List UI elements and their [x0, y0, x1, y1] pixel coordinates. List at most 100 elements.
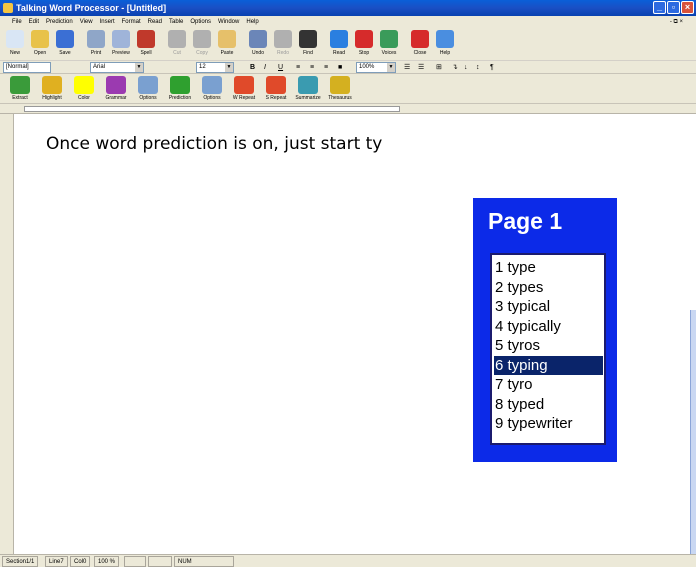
paragraph-icon[interactable]: ¶ — [490, 62, 494, 73]
menu-window[interactable]: Window — [218, 16, 239, 28]
chevron-down-icon[interactable]: ▼ — [135, 63, 143, 72]
ruler[interactable] — [0, 104, 696, 114]
prediction-item[interactable]: 4 typically — [494, 317, 603, 337]
maximize-button[interactable]: ▫ — [667, 1, 680, 14]
stop-button[interactable]: Stop — [352, 28, 376, 61]
extract-icon — [10, 76, 30, 94]
find-button[interactable]: Find — [296, 28, 320, 61]
toolbar-label: Summarize — [295, 95, 321, 101]
toolbar-label: Extract — [12, 95, 28, 101]
menu-read[interactable]: Read — [148, 16, 162, 28]
new-document-icon — [6, 30, 24, 48]
close-window-button[interactable]: × — [681, 1, 694, 14]
menu-format[interactable]: Format — [122, 16, 141, 28]
grammar-button[interactable]: Grammar — [101, 74, 131, 104]
menu-options[interactable]: Options — [190, 16, 211, 28]
copy-button[interactable]: Copy — [190, 28, 214, 61]
prediction-item[interactable]: 6 typing — [494, 355, 603, 375]
menu-file[interactable]: File — [12, 16, 22, 28]
preview-button[interactable]: Preview — [109, 28, 133, 61]
document-text[interactable]: Once word prediction is on, just start t… — [46, 134, 382, 154]
options-button[interactable]: Options — [197, 74, 227, 104]
toolbar-label: Undo — [252, 50, 264, 56]
save-button[interactable]: Save — [53, 28, 77, 61]
vertical-scrollbar[interactable] — [690, 310, 696, 554]
outdent-icon[interactable]: ↓ — [464, 62, 468, 73]
options-button[interactable]: Options — [133, 74, 163, 104]
print-button[interactable]: Print — [84, 28, 108, 61]
align-right-icon[interactable]: ≡ — [324, 62, 328, 73]
menu-view[interactable]: View — [80, 16, 93, 28]
chevron-down-icon[interactable]: ▼ — [225, 63, 233, 72]
menu-insert[interactable]: Insert — [100, 16, 115, 28]
toolbar-label: Color — [78, 95, 90, 101]
help-button[interactable]: Help — [433, 28, 457, 61]
menu-edit[interactable]: Edit — [29, 16, 39, 28]
undo-button[interactable]: Undo — [246, 28, 270, 61]
prediction-item[interactable]: 3 typical — [494, 297, 603, 317]
tools-toolbar: Extract Highlight Color Grammar Options Predi… — [0, 74, 696, 104]
chevron-down-icon[interactable]: ▼ — [387, 63, 395, 72]
prediction-item[interactable]: 2 types — [494, 278, 603, 298]
w-repeat-button[interactable]: W Repeat — [229, 74, 259, 104]
grammar-icon — [106, 76, 126, 94]
cut-button[interactable]: Cut — [165, 28, 189, 61]
status-col: Col0 — [70, 556, 91, 567]
toolbar-label: Thesaurus — [328, 95, 352, 101]
prediction-item[interactable]: 1 type — [494, 258, 603, 278]
justify-icon[interactable]: ■ — [338, 62, 342, 73]
zoom-select[interactable]: 100% ▼ — [356, 62, 396, 73]
open-button[interactable]: Open — [28, 28, 52, 61]
thesaurus-button[interactable]: Thesaurus — [325, 74, 355, 104]
font-size-select[interactable]: 12 ▼ — [196, 62, 234, 73]
open-folder-icon — [31, 30, 49, 48]
style-select[interactable]: [Normal] — [3, 62, 51, 73]
menu-table[interactable]: Table — [169, 16, 183, 28]
italic-button[interactable]: I — [264, 62, 266, 73]
bullet-list-icon[interactable]: ☰ — [418, 62, 424, 73]
menu-prediction[interactable]: Prediction — [46, 16, 73, 28]
align-left-icon[interactable]: ≡ — [296, 62, 300, 73]
redo-button[interactable]: Redo — [271, 28, 295, 61]
vertical-ruler — [0, 114, 14, 554]
prediction-item[interactable]: 5 tyros — [494, 336, 603, 356]
toolbar-label: Voices — [381, 50, 397, 56]
prediction-button[interactable]: Prediction — [165, 74, 195, 104]
font-select[interactable]: Arial ▼ — [90, 62, 144, 73]
summarize-button[interactable]: Summarize — [293, 74, 323, 104]
line-spacing-icon[interactable]: ↕ — [476, 62, 480, 73]
close-button[interactable]: Close — [408, 28, 432, 61]
menu-help[interactable]: Help — [246, 16, 258, 28]
prediction-list[interactable]: 1 type 2 types 3 typical 4 typically 5 tyros… — [490, 253, 606, 445]
underline-button[interactable]: U — [278, 62, 283, 73]
highlight-button[interactable]: Highlight — [37, 74, 67, 104]
bold-button[interactable]: B — [250, 62, 255, 73]
toolbar-label: Grammar — [105, 95, 127, 101]
ruler-scale[interactable] — [24, 106, 400, 112]
main-toolbar: New Open Save Print Preview Spell Cut Copy Paste… — [0, 28, 696, 61]
s-repeat-button[interactable]: S Repeat — [261, 74, 291, 104]
voices-button[interactable]: Voices — [377, 28, 401, 61]
paste-button[interactable]: Paste — [215, 28, 239, 61]
extract-button[interactable]: Extract — [5, 74, 35, 104]
align-center-icon[interactable]: ≡ — [310, 62, 314, 73]
spell-button[interactable]: Spell — [134, 28, 158, 61]
prediction-item[interactable]: 8 typed — [494, 395, 603, 415]
prediction-item[interactable]: 7 tyro — [494, 375, 603, 395]
toolbar-label: Cut — [173, 50, 181, 56]
table-icon[interactable]: ⊞ — [436, 62, 442, 73]
read-button[interactable]: Read — [327, 28, 351, 61]
mdi-controls[interactable]: - ⧉ × — [670, 16, 683, 28]
prediction-item[interactable]: 9 typewriter — [494, 414, 603, 434]
redo-icon — [274, 30, 292, 48]
indent-icon[interactable]: ↴ — [452, 62, 458, 73]
thesaurus-icon — [330, 76, 350, 94]
status-empty-2 — [148, 556, 172, 567]
numbered-list-icon[interactable]: ☰ — [404, 62, 410, 73]
summarize-icon — [298, 76, 318, 94]
prediction-check-icon — [170, 76, 190, 94]
minimize-button[interactable]: _ — [653, 1, 666, 14]
new-button[interactable]: New — [3, 28, 27, 61]
color-button[interactable]: Color — [69, 74, 99, 104]
color-swatch-icon — [74, 76, 94, 94]
